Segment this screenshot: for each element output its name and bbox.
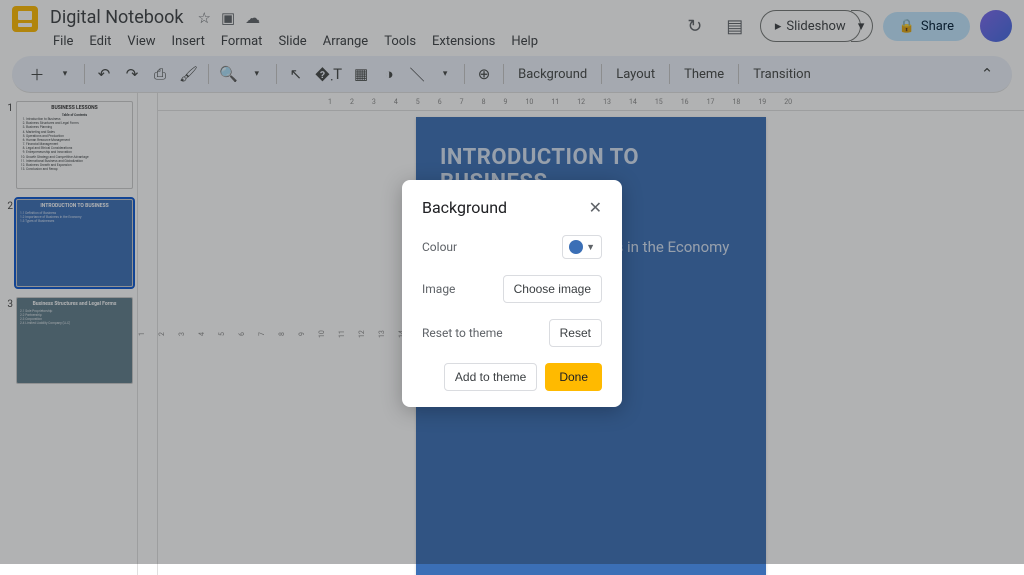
close-icon[interactable]: ✕ xyxy=(589,200,602,216)
add-to-theme-button[interactable]: Add to theme xyxy=(444,363,537,391)
image-label: Image xyxy=(422,282,455,296)
background-dialog: Background ✕ Colour ▼ Image Choose image… xyxy=(402,180,622,407)
modal-scrim[interactable]: Background ✕ Colour ▼ Image Choose image… xyxy=(0,0,1024,564)
colour-swatch-icon xyxy=(569,240,583,254)
reset-button[interactable]: Reset xyxy=(549,319,602,347)
dialog-title: Background xyxy=(422,198,507,217)
colour-picker[interactable]: ▼ xyxy=(562,235,602,259)
reset-label: Reset to theme xyxy=(422,326,503,340)
colour-label: Colour xyxy=(422,240,457,254)
done-button[interactable]: Done xyxy=(545,363,602,391)
chevron-down-icon: ▼ xyxy=(586,242,595,253)
choose-image-button[interactable]: Choose image xyxy=(503,275,602,303)
